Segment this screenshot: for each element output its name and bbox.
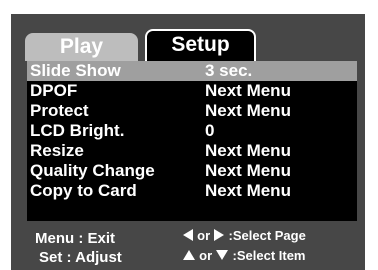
menu-item-value: Next Menu: [205, 181, 291, 200]
menu-item-label: Resize: [30, 141, 84, 160]
menu-list: Slide Show 3 sec. DPOF Next Menu Protect…: [27, 61, 357, 221]
menu-item-label: Slide Show: [30, 61, 121, 80]
menu-item-label: DPOF: [30, 81, 78, 100]
or-text: or: [199, 248, 213, 263]
menu-item-label: Quality Change: [30, 161, 155, 180]
up-arrow-icon: [183, 250, 195, 260]
menu-item-value: 0: [205, 121, 215, 140]
menu-item-value: Next Menu: [205, 101, 291, 120]
menu-item-copy-to-card[interactable]: Copy to Card Next Menu: [27, 181, 357, 201]
left-arrow-icon: [183, 229, 193, 241]
camera-lcd-screen: Play Setup Slide Show 3 sec. DPOF Next M…: [0, 0, 378, 270]
menu-item-value: Next Menu: [205, 161, 291, 180]
menu-item-label: Copy to Card: [30, 181, 137, 200]
menu-item-label: LCD Bright.: [30, 121, 125, 140]
menu-item-quality-change[interactable]: Quality Change Next Menu: [27, 161, 357, 181]
right-arrow-icon: [214, 229, 225, 241]
menu-item-lcd-bright[interactable]: LCD Bright. 0: [27, 121, 357, 141]
help-set-adjust: Set : Adjust: [39, 249, 122, 266]
menu-item-label: Protect: [30, 101, 89, 120]
tab-play[interactable]: Play: [25, 33, 138, 61]
tab-setup[interactable]: Setup: [145, 29, 256, 63]
or-text: or: [197, 228, 211, 243]
help-menu-exit: Menu : Exit: [35, 230, 116, 247]
help-select-item: or :Select Item: [183, 247, 306, 265]
select-item-text: :Select Item: [232, 248, 306, 263]
menu-item-resize[interactable]: Resize Next Menu: [27, 141, 357, 161]
menu-item-value: 3 sec.: [205, 61, 253, 80]
select-page-text: :Select Page: [228, 228, 306, 243]
menu-item-protect[interactable]: Protect Next Menu: [27, 101, 357, 121]
menu-item-dpof[interactable]: DPOF Next Menu: [27, 81, 357, 101]
menu-item-value: Next Menu: [205, 81, 291, 100]
down-arrow-icon: [216, 250, 229, 260]
menu-item-value: Next Menu: [205, 141, 291, 160]
menu-item-slide-show[interactable]: Slide Show 3 sec.: [27, 61, 357, 81]
help-select-page: or :Select Page: [183, 227, 306, 245]
